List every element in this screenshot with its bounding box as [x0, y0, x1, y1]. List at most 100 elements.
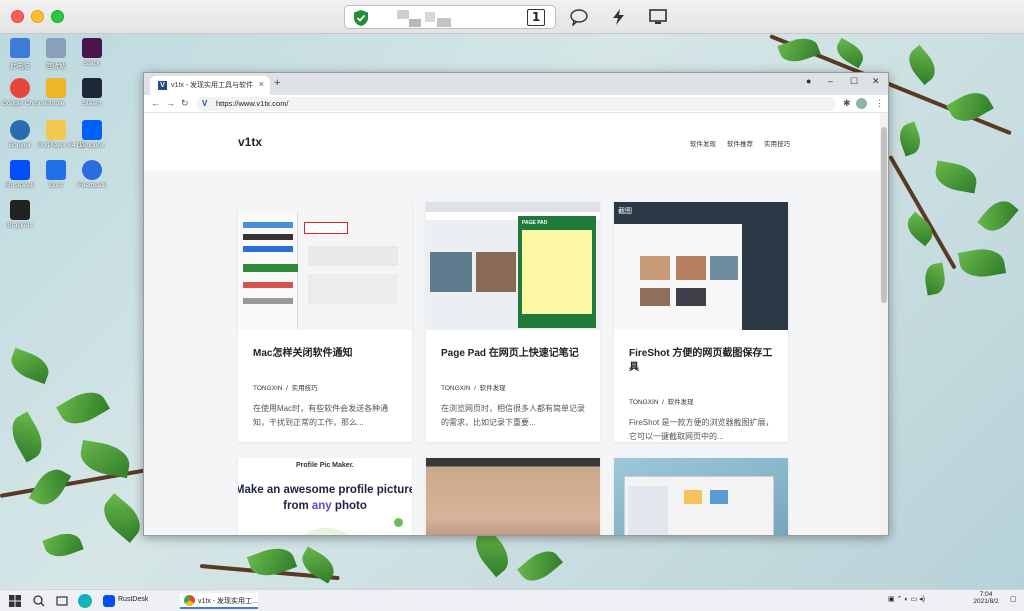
article-card[interactable]: 截图 FireShot 方便的网页截图保存工具 TONGXIN / 软件发现 F… — [614, 202, 788, 442]
profile-avatar[interactable] — [856, 98, 867, 109]
connection-id-field[interactable]: 1 — [344, 5, 556, 29]
desktop-icon-recycle-bin[interactable]: 回收站 — [38, 38, 74, 70]
session-number-badge[interactable]: 1 — [527, 9, 545, 26]
leaf-decoration — [4, 411, 50, 463]
tab-title: v1tx - 发现实用工具与软件 — [171, 82, 254, 89]
desktop-icon-brackets[interactable]: Brackets — [2, 200, 38, 229]
browser-window: V v1tx - 发现实用工具与软件 × + ● – ☐ ✕ ← → ↻ V h… — [143, 72, 889, 536]
chrome-icon — [184, 595, 195, 606]
feedback-icon — [82, 160, 102, 180]
windows-start-icon[interactable] — [8, 593, 22, 609]
recycle-bin-icon — [46, 38, 66, 58]
brackets-icon — [10, 200, 30, 220]
back-arrow-icon[interactable]: ← — [151, 98, 160, 108]
meta-separator: / — [474, 385, 476, 392]
extensions-icon[interactable]: ✱ — [843, 98, 851, 109]
new-tab-button[interactable]: + — [274, 77, 280, 89]
nav-link-tips[interactable]: 实用技巧 — [764, 138, 790, 148]
profile-headline-2: from any photo — [283, 500, 367, 512]
desktop-icon-slack[interactable]: Slack — [74, 38, 110, 67]
leaf-decoration — [957, 245, 1007, 281]
desktop-icon-bonjour[interactable]: Bonjour — [2, 120, 38, 149]
article-excerpt: 在浏览网页时，相信很多人都有简单记录的需求，比如记录下重要... — [441, 404, 585, 427]
task-view-icon[interactable] — [55, 593, 69, 609]
redacted-block — [425, 12, 435, 22]
scrollbar-thumb[interactable] — [881, 127, 887, 303]
minimize-icon[interactable]: – — [828, 76, 833, 86]
edge-icon[interactable] — [78, 594, 92, 608]
computer-icon — [10, 38, 30, 58]
desktop-icon-potplayer[interactable]: PotPlayer 64 bit — [38, 120, 84, 149]
article-thumbnail: 截图 — [614, 202, 788, 330]
display-icon[interactable] — [648, 8, 668, 26]
leaf-decoration — [28, 463, 72, 511]
article-excerpt: FireShot 是一款方便的浏览器截图扩展，它可以一键截取网页中的... — [629, 418, 774, 441]
steam-icon — [82, 78, 102, 98]
category-link[interactable]: 软件发现 — [480, 385, 506, 392]
minimize-window-button[interactable] — [31, 10, 44, 23]
site-brand[interactable]: v1tx — [238, 135, 262, 149]
article-thumbnail — [426, 458, 600, 535]
taskbar-rustdesk[interactable]: RustDesk — [103, 593, 173, 609]
maximize-icon[interactable]: ☐ — [850, 76, 858, 87]
category-link[interactable]: 软件发现 — [668, 399, 694, 406]
tab-close-icon[interactable]: × — [259, 79, 264, 89]
taskbar-browser[interactable]: v1tx - 发现实用工... — [180, 593, 258, 609]
desktop-icon-feedback[interactable]: Feedback — [74, 160, 110, 189]
forward-arrow-icon[interactable]: → — [166, 98, 175, 108]
redacted-block — [409, 19, 421, 27]
meta-separator: / — [286, 385, 288, 392]
article-card[interactable] — [426, 458, 600, 535]
desktop-icon-duet[interactable]: Duet — [38, 160, 74, 189]
leaf-decoration — [902, 44, 942, 86]
close-icon[interactable]: ✕ — [872, 76, 880, 87]
rustdesk-icon — [103, 595, 115, 607]
desktop-icon-xnote[interactable]: Xnote — [38, 78, 74, 107]
desktop-icon-steam[interactable]: Steam — [74, 78, 110, 107]
nav-link-recommend[interactable]: 软件推荐 — [727, 138, 753, 148]
reload-icon[interactable]: ↻ — [181, 98, 189, 109]
article-title[interactable]: Mac怎样关闭软件通知 — [253, 347, 401, 361]
author-name[interactable]: TONGXIN — [441, 385, 471, 392]
article-thumbnail — [238, 202, 412, 330]
lightning-icon[interactable] — [609, 8, 629, 26]
desktop-icon-this-pc[interactable]: 此电脑 — [2, 38, 38, 70]
page-scrollbar[interactable] — [880, 113, 888, 535]
author-name[interactable]: TONGXIN — [253, 385, 283, 392]
profile-headline-1: Make an awesome profile picture — [238, 484, 412, 496]
close-window-button[interactable] — [11, 10, 24, 23]
browser-tab-active[interactable]: V v1tx - 发现实用工具与软件 × — [150, 76, 270, 95]
article-card[interactable]: Mac怎样关闭软件通知 TONGXIN / 实用技巧 在使用Mac时，有些软件会… — [238, 202, 412, 442]
desktop-icon-dropbox[interactable]: Dropbox — [74, 120, 110, 149]
tab-search-icon[interactable]: ● — [806, 76, 811, 86]
article-card[interactable]: PAGE PAD Page Pad 在网页上快速记笔记 TONGXIN / 软件… — [426, 202, 600, 442]
article-excerpt: 在使用Mac时，有些软件会发送各种通知，干扰到正常的工作，那么... — [253, 404, 389, 427]
author-name[interactable]: TONGXIN — [629, 399, 659, 406]
desktop-icon-rustdesk[interactable]: RustDesk — [2, 160, 38, 189]
tab-strip: V v1tx - 发现实用工具与软件 × + ● – ☐ ✕ — [144, 73, 888, 95]
search-icon[interactable] — [32, 593, 46, 609]
article-title[interactable]: FireShot 方便的网页截图保存工具 — [629, 347, 777, 375]
system-clock[interactable]: 7:04 2021/8/2 — [966, 591, 1006, 605]
leaf-decoration — [56, 384, 110, 432]
notification-icon[interactable]: ▢ — [1010, 595, 1017, 603]
note-icon — [46, 78, 66, 98]
potplayer-icon — [46, 120, 66, 140]
url-text: https://www.v1tx.com/ — [216, 99, 289, 108]
outer-window-titlebar: 1 — [0, 0, 1024, 34]
maximize-window-button[interactable] — [51, 10, 64, 23]
article-card[interactable] — [614, 458, 788, 535]
address-bar[interactable]: V https://www.v1tx.com/ — [196, 97, 836, 111]
tray-icons[interactable]: ▣ ⌃ ◐ ▭ ◂) — [888, 595, 925, 603]
article-card[interactable]: Profile Pic Maker. Make an awesome profi… — [238, 458, 412, 535]
leaf-decoration — [933, 160, 979, 194]
chat-icon[interactable] — [569, 8, 589, 26]
rustdesk-icon — [10, 160, 30, 180]
menu-kebab-icon[interactable]: ⋮ — [875, 98, 884, 109]
slack-icon — [82, 38, 102, 58]
browser-toolbar: ← → ↻ V https://www.v1tx.com/ ✱ ⋮ — [144, 95, 888, 113]
desktop-icon-chrome[interactable]: Google Chrome — [2, 78, 48, 107]
nav-link-discover[interactable]: 软件发现 — [690, 138, 716, 148]
article-title[interactable]: Page Pad 在网页上快速记笔记 — [441, 347, 589, 361]
category-link[interactable]: 实用技巧 — [292, 385, 318, 392]
